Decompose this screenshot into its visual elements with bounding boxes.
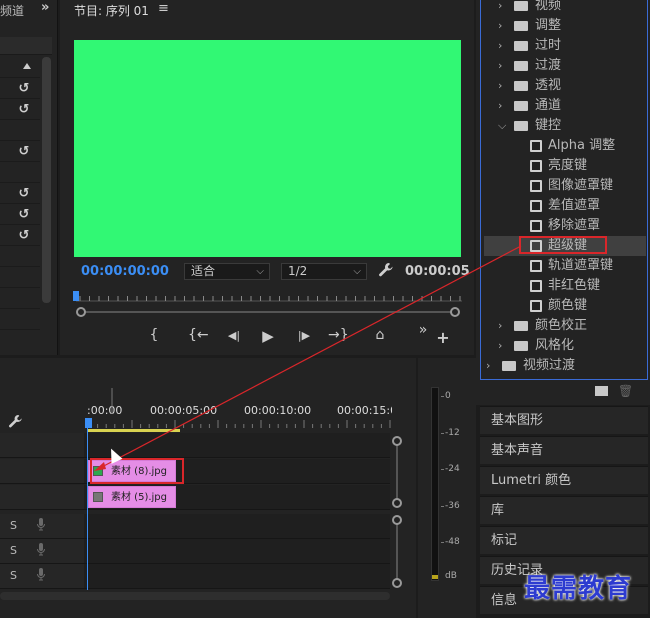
- timeline-horizontal-scrollbar[interactable]: [0, 592, 390, 600]
- watermark-logo: 最需教育: [524, 574, 633, 604]
- track-header-v3[interactable]: [0, 433, 84, 458]
- track-v3[interactable]: [84, 433, 390, 458]
- resolution-select-value: 1/2: [288, 264, 308, 278]
- solo-button[interactable]: S: [10, 544, 17, 557]
- chevron-down-icon: ⌵: [353, 266, 361, 277]
- microphone-icon[interactable]: [37, 518, 45, 534]
- play-button[interactable]: ▶: [258, 327, 278, 345]
- meter-tick: [441, 542, 444, 543]
- meter-label: -36: [445, 501, 460, 511]
- video-track-scrollbar[interactable]: [396, 440, 398, 504]
- track-header-v1[interactable]: [0, 485, 84, 510]
- video-scroll-bottom-handle[interactable]: [392, 498, 402, 508]
- image-clip-icon: [93, 492, 103, 502]
- go-to-in-button[interactable]: {←: [188, 327, 209, 343]
- clip-highlight-annotation: [90, 458, 184, 484]
- meter-label: -48: [445, 537, 460, 547]
- meter-tick: [441, 396, 444, 397]
- side-panel-tab[interactable]: 标记: [480, 526, 648, 554]
- step-forward-button[interactable]: |▶: [294, 329, 314, 342]
- timeline-settings-wrench-icon[interactable]: [8, 414, 23, 433]
- panel-overflow-icon[interactable]: »: [41, 0, 49, 15]
- resolution-select[interactable]: 1/2 ⌵: [281, 263, 367, 280]
- trash-icon[interactable]: 🗑: [618, 384, 633, 398]
- meter-label: -24: [445, 464, 460, 474]
- meter-label: -12: [445, 428, 460, 438]
- program-playhead[interactable]: [73, 291, 79, 301]
- param-row: [0, 163, 40, 183]
- settings-wrench-icon[interactable]: [378, 262, 394, 282]
- left-panel-scrollbar[interactable]: [42, 57, 51, 303]
- left-panel-tab[interactable]: 频道: [0, 2, 38, 18]
- program-zoom-bar[interactable]: [80, 311, 456, 313]
- side-panel-tab[interactable]: Lumetri 颜色: [480, 466, 648, 494]
- param-row: [0, 310, 40, 330]
- reset-icon[interactable]: ↺: [16, 145, 32, 159]
- param-row: [0, 121, 40, 141]
- reset-icon[interactable]: ↺: [16, 208, 32, 222]
- meter-tick: [441, 433, 444, 434]
- param-row: [0, 58, 40, 78]
- reset-icon[interactable]: ↺: [16, 229, 32, 243]
- zoom-select-value: 适合: [191, 264, 216, 278]
- reset-icon[interactable]: ↺: [16, 187, 32, 201]
- mark-in-button[interactable]: {: [144, 327, 164, 343]
- duration-timecode: 00:00:05: [405, 264, 470, 279]
- work-area-bar[interactable]: [88, 429, 180, 432]
- side-panel-tab[interactable]: 库: [480, 496, 648, 524]
- audio-meter-bar: [431, 387, 439, 581]
- param-row: [0, 289, 40, 309]
- track-header-v2[interactable]: [0, 459, 84, 484]
- highlight-annotation: [519, 236, 607, 254]
- export-frame-button[interactable]: ⌂: [370, 327, 390, 343]
- meter-tick: [441, 469, 444, 470]
- program-ruler[interactable]: [76, 290, 462, 302]
- zoom-bar-right-handle[interactable]: [450, 307, 460, 317]
- solo-button[interactable]: S: [10, 569, 17, 582]
- reset-icon[interactable]: ↺: [16, 82, 32, 96]
- timeline-ruler[interactable]: [88, 388, 392, 428]
- audio-track-scrollbar[interactable]: [396, 519, 398, 583]
- program-video-frame[interactable]: [74, 40, 461, 257]
- microphone-icon[interactable]: [37, 543, 45, 559]
- timeline-clip[interactable]: 素材 (5).jpg: [88, 486, 176, 508]
- side-panel-tab[interactable]: 基本图形: [480, 406, 648, 434]
- track-a1[interactable]: [84, 514, 390, 539]
- current-timecode[interactable]: 00:00:00:00: [81, 264, 169, 279]
- meter-label: 0: [445, 391, 451, 401]
- more-controls-button[interactable]: »: [413, 322, 433, 338]
- chevron-down-icon: ⌵: [256, 266, 264, 277]
- param-row: [0, 268, 40, 288]
- reset-icon[interactable]: ↺: [16, 103, 32, 117]
- track-a2[interactable]: [84, 539, 390, 564]
- side-panel-tab[interactable]: 基本声音: [480, 436, 648, 464]
- playhead-line: [87, 428, 88, 590]
- microphone-icon[interactable]: [37, 568, 45, 584]
- effects-panel-focus-border: [480, 0, 648, 380]
- zoom-select[interactable]: 适合 ⌵: [184, 263, 270, 280]
- clip-label: 素材 (5).jpg: [111, 492, 167, 503]
- meter-label: dB: [445, 571, 457, 581]
- step-back-button[interactable]: ◀|: [224, 329, 244, 342]
- go-to-out-button[interactable]: →}: [328, 327, 349, 343]
- track-a3[interactable]: [84, 564, 390, 589]
- audio-meter-level: [432, 575, 438, 579]
- left-panel-header: [0, 37, 52, 55]
- timeline-playhead[interactable]: [85, 418, 92, 428]
- meter-tick: [441, 506, 444, 507]
- zoom-bar-left-handle[interactable]: [76, 307, 86, 317]
- param-row: [0, 247, 40, 267]
- audio-scroll-bottom-handle[interactable]: [392, 578, 402, 588]
- solo-button[interactable]: S: [10, 519, 17, 532]
- panel-menu-icon[interactable]: ≡: [158, 1, 169, 16]
- add-button[interactable]: +: [433, 328, 453, 347]
- new-bin-icon[interactable]: [595, 386, 608, 396]
- program-monitor-title[interactable]: 节目: 序列 01: [74, 2, 149, 19]
- video-scroll-top-handle[interactable]: [392, 436, 402, 446]
- audio-scroll-top-handle[interactable]: [392, 515, 402, 525]
